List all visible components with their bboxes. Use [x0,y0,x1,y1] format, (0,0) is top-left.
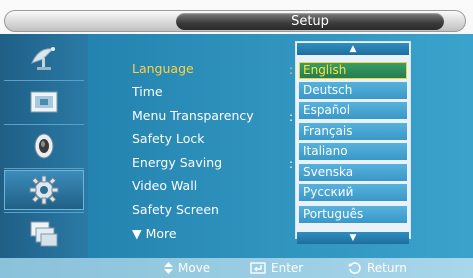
sidebar-item-sound[interactable] [4,126,84,166]
page-title: Setup [176,13,444,30]
scroll-down-arrow-icon[interactable]: ▼ [297,232,409,244]
picture-icon [30,91,58,113]
scroll-up-arrow-icon[interactable]: ▲ [297,43,409,55]
language-option-italiano[interactable]: Italiano [299,143,407,160]
footer-return: Return [348,259,407,277]
language-option-deutsch[interactable]: Deutsch [299,82,407,99]
value-separator: : [289,63,294,77]
sidebar-item-multi-control[interactable] [4,214,84,254]
footer-move: Move [164,259,210,277]
menu-item-time[interactable]: Time [132,83,163,101]
satellite-dish-icon [31,47,55,70]
footer-return-label: Return [367,261,407,275]
menu-item-safety-screen[interactable]: Safety Screen [132,201,219,219]
menu-item-safety-lock[interactable]: Safety Lock [132,130,204,148]
sidebar-divider [4,212,84,213]
return-icon [348,262,361,274]
menu-item-video-wall[interactable]: Video Wall [132,177,197,195]
multi-screen-icon [30,221,58,247]
language-option-svenska[interactable]: Svenska [299,164,407,181]
footer-enter-label: Enter [271,261,304,275]
enter-icon [250,262,266,274]
language-option-portugues[interactable]: Português [299,206,407,223]
language-option-espanol[interactable]: Español [299,102,407,119]
sidebar-item-input[interactable] [4,38,84,78]
sidebar-divider [4,124,84,125]
language-option-russian[interactable]: Русский [299,184,407,201]
sidebar-item-picture[interactable] [4,82,84,122]
sidebar-divider [4,168,84,169]
gear-icon [29,175,59,205]
menu-item-more[interactable]: ▼ More [132,225,177,243]
language-option-english[interactable]: English [299,62,407,79]
sidebar-divider [4,80,84,81]
language-option-francais[interactable]: Français [299,123,407,140]
sidebar-item-setup[interactable] [4,170,84,210]
footer-move-label: Move [178,261,211,275]
footer-enter: Enter [250,259,303,277]
menu-item-energy-saving[interactable]: Energy Saving [132,154,222,172]
menu-item-language[interactable]: Language [132,60,194,78]
value-separator: : [289,110,294,124]
value-separator: : [289,157,294,171]
move-updown-icon [164,262,173,274]
speaker-icon [34,133,54,159]
menu-item-menu-transparency[interactable]: Menu Transparency [132,107,254,125]
